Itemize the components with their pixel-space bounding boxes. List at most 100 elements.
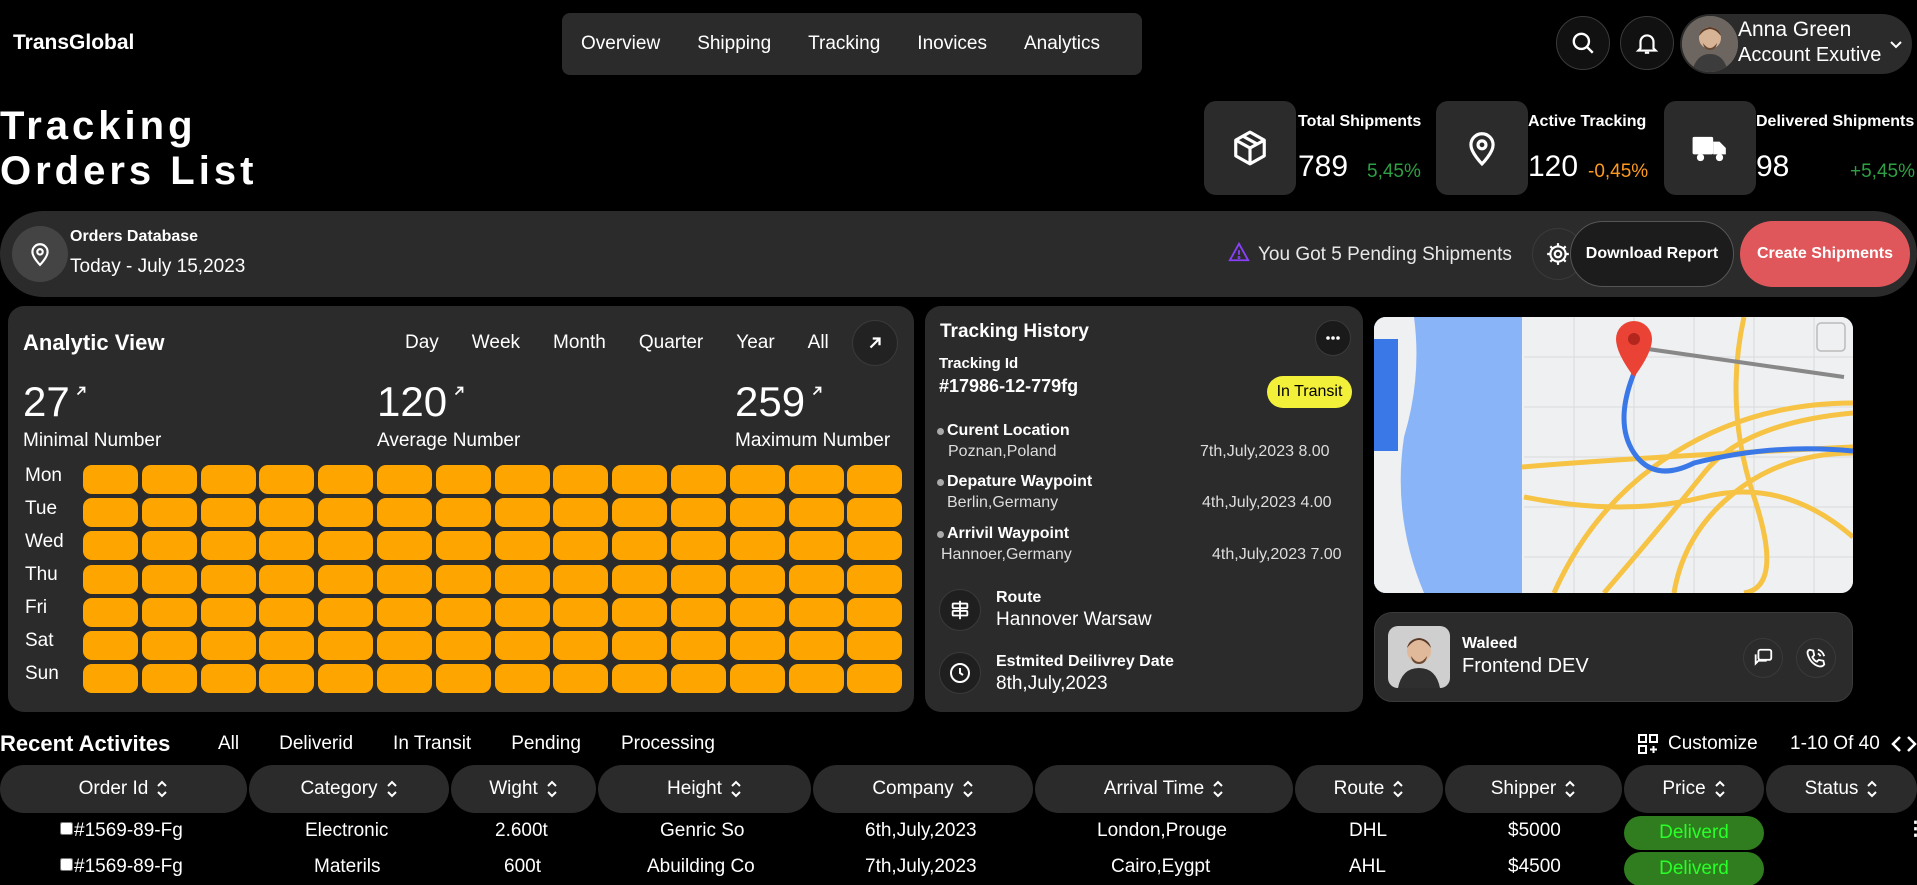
heatmap-cell[interactable] bbox=[141, 631, 197, 660]
heatmap-cell[interactable] bbox=[318, 498, 374, 528]
heatmap-cell[interactable] bbox=[435, 531, 491, 561]
heatmap-cell[interactable] bbox=[788, 664, 844, 694]
column-header-order-id[interactable]: Order Id bbox=[0, 765, 247, 813]
heatmap-cell[interactable] bbox=[612, 531, 668, 561]
row-menu-icon[interactable]: ⋮ bbox=[1906, 818, 1917, 841]
expand-button[interactable] bbox=[852, 320, 898, 366]
column-header-price[interactable]: Price bbox=[1624, 765, 1764, 813]
heatmap-cell[interactable] bbox=[377, 664, 432, 694]
heatmap-cell[interactable] bbox=[612, 564, 668, 594]
heatmap-cell[interactable] bbox=[494, 597, 550, 627]
heatmap-cell[interactable] bbox=[259, 597, 315, 627]
tracking-map[interactable] bbox=[1374, 317, 1853, 593]
heatmap-cell[interactable] bbox=[671, 631, 726, 660]
nav-tracking[interactable]: Tracking bbox=[808, 33, 880, 55]
heatmap-cell[interactable] bbox=[494, 531, 550, 561]
tab-all[interactable]: All bbox=[808, 332, 829, 354]
heatmap-cell[interactable] bbox=[141, 498, 197, 528]
heatmap-cell[interactable] bbox=[847, 465, 903, 494]
heatmap-cell[interactable] bbox=[788, 597, 844, 627]
filter-all[interactable]: All bbox=[218, 733, 239, 755]
heatmap-cell[interactable] bbox=[553, 597, 609, 627]
column-header-company[interactable]: Company bbox=[813, 765, 1033, 813]
heatmap-cell[interactable] bbox=[847, 597, 903, 627]
heatmap-cell[interactable] bbox=[141, 564, 197, 594]
heatmap-cell[interactable] bbox=[847, 531, 903, 561]
heatmap-cell[interactable] bbox=[259, 465, 315, 494]
heatmap-cell[interactable] bbox=[494, 564, 550, 594]
tab-year[interactable]: Year bbox=[736, 332, 774, 354]
heatmap-cell[interactable] bbox=[200, 564, 256, 594]
more-button[interactable] bbox=[1315, 320, 1351, 356]
heatmap-cell[interactable] bbox=[435, 597, 491, 627]
notifications-button[interactable] bbox=[1620, 16, 1674, 70]
heatmap-cell[interactable] bbox=[83, 564, 138, 594]
heatmap-cell[interactable] bbox=[788, 465, 844, 494]
tab-week[interactable]: Week bbox=[472, 332, 520, 354]
filter-pending[interactable]: Pending bbox=[511, 733, 581, 755]
heatmap-cell[interactable] bbox=[435, 631, 491, 660]
column-header-height[interactable]: Height bbox=[598, 765, 811, 813]
heatmap-cell[interactable] bbox=[435, 498, 491, 528]
heatmap-cell[interactable] bbox=[200, 498, 256, 528]
nav-invoices[interactable]: Inovices bbox=[917, 33, 987, 55]
heatmap-cell[interactable] bbox=[318, 465, 374, 494]
heatmap-cell[interactable] bbox=[259, 631, 315, 660]
heatmap-cell[interactable] bbox=[671, 597, 726, 627]
heatmap-cell[interactable] bbox=[612, 631, 668, 660]
tab-month[interactable]: Month bbox=[553, 332, 606, 354]
heatmap-cell[interactable] bbox=[200, 465, 256, 494]
location-button[interactable] bbox=[12, 226, 68, 282]
heatmap-cell[interactable] bbox=[847, 631, 903, 660]
heatmap-cell[interactable] bbox=[847, 498, 903, 528]
heatmap-cell[interactable] bbox=[729, 664, 785, 694]
heatmap-cell[interactable] bbox=[494, 631, 550, 660]
column-header-arrival-time[interactable]: Arrival Time bbox=[1035, 765, 1293, 813]
heatmap-cell[interactable] bbox=[83, 597, 138, 627]
heatmap-cell[interactable] bbox=[141, 664, 197, 694]
create-shipments-button[interactable]: Create Shipments bbox=[1740, 221, 1910, 287]
heatmap-cell[interactable] bbox=[847, 564, 903, 594]
column-header-route[interactable]: Route bbox=[1295, 765, 1443, 813]
heatmap-cell[interactable] bbox=[259, 564, 315, 594]
heatmap-cell[interactable] bbox=[612, 597, 668, 627]
heatmap-cell[interactable] bbox=[729, 465, 785, 494]
heatmap-cell[interactable] bbox=[377, 465, 432, 494]
heatmap-cell[interactable] bbox=[83, 531, 138, 561]
heatmap-cell[interactable] bbox=[83, 664, 138, 694]
heatmap-cell[interactable] bbox=[847, 664, 903, 694]
heatmap-cell[interactable] bbox=[612, 664, 668, 694]
heatmap-cell[interactable] bbox=[259, 498, 315, 528]
heatmap-cell[interactable] bbox=[729, 531, 785, 561]
heatmap-cell[interactable] bbox=[553, 564, 609, 594]
heatmap-cell[interactable] bbox=[318, 531, 374, 561]
heatmap-cell[interactable] bbox=[200, 631, 256, 660]
heatmap-cell[interactable] bbox=[318, 564, 374, 594]
heatmap-cell[interactable] bbox=[435, 465, 491, 494]
heatmap-cell[interactable] bbox=[494, 498, 550, 528]
heatmap-cell[interactable] bbox=[318, 597, 374, 627]
call-button[interactable] bbox=[1796, 638, 1836, 678]
nav-shipping[interactable]: Shipping bbox=[697, 33, 771, 55]
heatmap-cell[interactable] bbox=[200, 664, 256, 694]
heatmap-cell[interactable] bbox=[671, 498, 726, 528]
heatmap-cell[interactable] bbox=[318, 631, 374, 660]
heatmap-cell[interactable] bbox=[553, 664, 609, 694]
table-row[interactable]: #1569-89-Fg Materils 600t Abuilding Co 7… bbox=[0, 852, 1917, 885]
row-checkbox[interactable] bbox=[60, 858, 73, 871]
row-checkbox[interactable] bbox=[60, 822, 73, 835]
heatmap-cell[interactable] bbox=[377, 531, 432, 561]
heatmap-cell[interactable] bbox=[83, 465, 138, 494]
filter-in-transit[interactable]: In Transit bbox=[393, 733, 471, 755]
heatmap-cell[interactable] bbox=[671, 465, 726, 494]
user-menu[interactable]: Anna Green Account Exutive bbox=[1680, 14, 1912, 74]
heatmap-cell[interactable] bbox=[377, 564, 432, 594]
heatmap-cell[interactable] bbox=[377, 498, 432, 528]
heatmap-cell[interactable] bbox=[377, 631, 432, 660]
download-report-button[interactable]: Download Report bbox=[1570, 221, 1734, 287]
tab-day[interactable]: Day bbox=[405, 332, 439, 354]
chevron-left-icon[interactable] bbox=[1890, 735, 1904, 753]
column-header-category[interactable]: Category bbox=[249, 765, 449, 813]
tab-quarter[interactable]: Quarter bbox=[639, 332, 703, 354]
message-button[interactable] bbox=[1743, 638, 1783, 678]
